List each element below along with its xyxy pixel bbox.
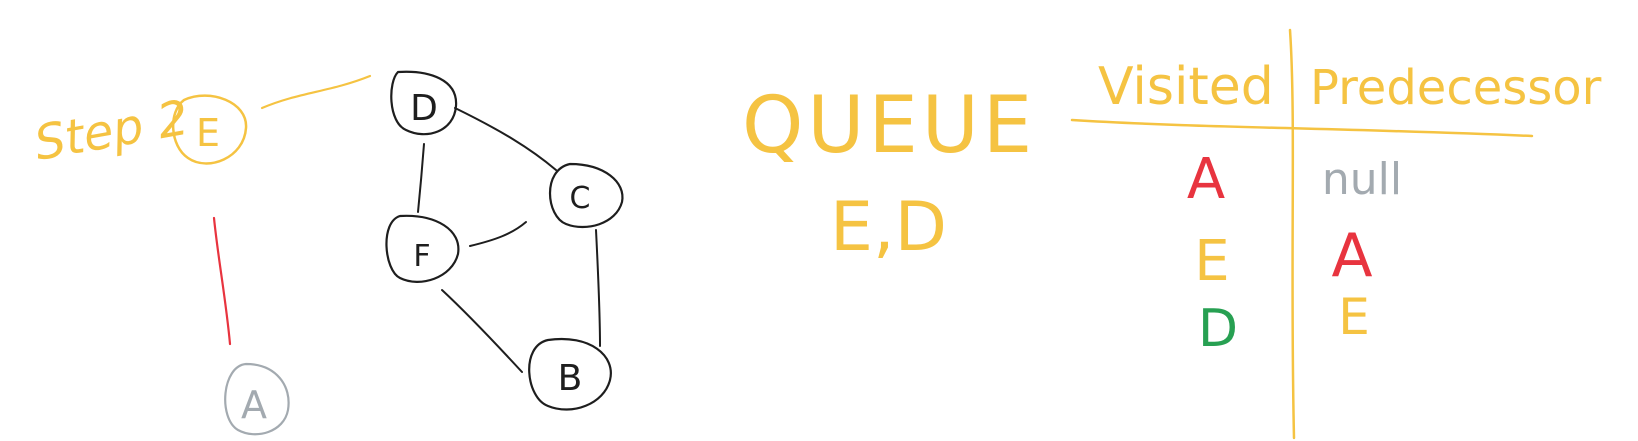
edge-c-b [595,229,601,347]
node-label-a: A [241,383,267,427]
edge-f-c [469,221,527,247]
node-label-b: B [558,358,583,399]
visited-cell-3: D [1198,299,1238,359]
table-header-visited: Visited [1098,57,1274,117]
table-header-predecessor: Predecessor [1310,60,1602,116]
predecessor-cell-3: E [1338,288,1370,346]
edge-e-a [212,216,232,346]
table-column-divider [1288,28,1296,440]
step-label: Step 2 [30,90,192,172]
predecessor-cell-1: null [1322,154,1402,205]
predecessor-cell-2: A [1331,221,1372,291]
table-header-divider [1070,118,1534,138]
node-label-f: F [413,239,430,274]
node-label-c: C [570,181,591,216]
edge-d-f [417,143,425,213]
visited-cell-2: E [1194,229,1229,294]
queue-contents: E,D [830,188,947,267]
whiteboard-canvas: Step 2 E D C F B A QUEUE E,D Visited Pre… [30,28,1602,440]
node-label-e: E [196,111,220,155]
queue-title: QUEUE [742,81,1036,171]
edge-e-d [260,74,372,110]
edge-f-b [441,289,523,373]
visited-cell-1: A [1187,147,1225,212]
node-label-d: D [410,88,438,129]
edge-d-c [454,107,557,171]
